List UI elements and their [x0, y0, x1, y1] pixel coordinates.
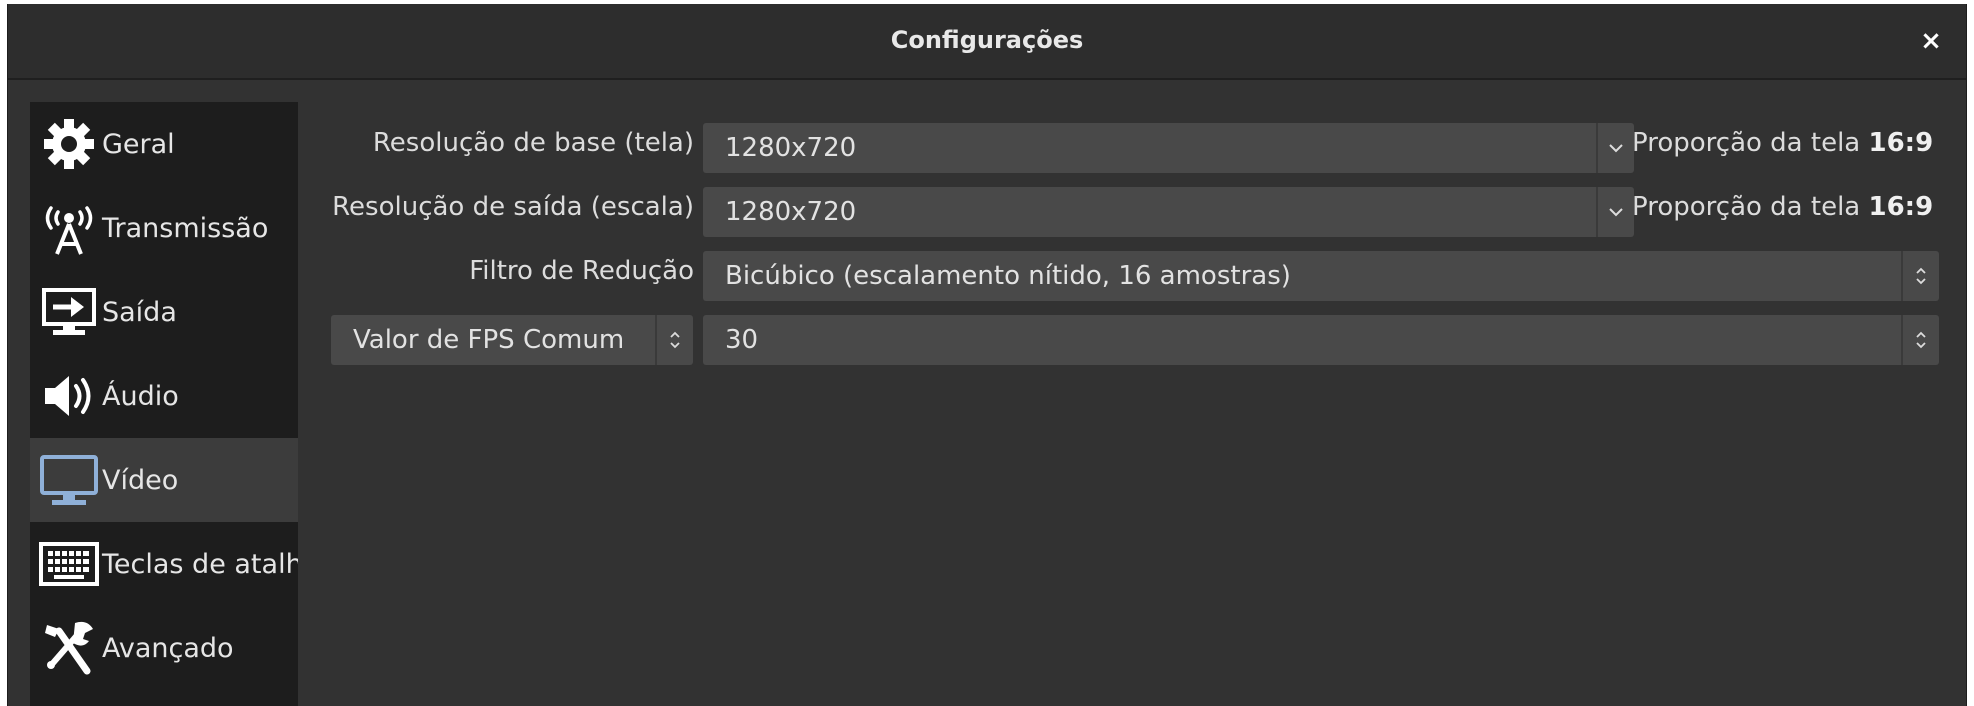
sidebar-item-label: Áudio: [102, 380, 179, 412]
downscale-filter-label: Filtro de Redução: [469, 256, 694, 286]
close-button[interactable]: ×: [1914, 24, 1948, 58]
sidebar-item-label: Teclas de atalh: [102, 548, 298, 580]
chevron-down-icon[interactable]: [1596, 187, 1634, 237]
sidebar-item-label: Saída: [102, 296, 177, 328]
base-aspect-ratio: Proporção da tela 16:9: [1632, 128, 1934, 158]
sidebar-item-label: Transmissão: [102, 212, 269, 244]
antenna-icon: [36, 195, 102, 261]
output-monitor-icon: [36, 279, 102, 345]
updown-arrows-icon[interactable]: [1901, 315, 1939, 365]
fps-value: 30: [725, 325, 759, 355]
output-aspect-ratio: Proporção da tela 16:9: [1632, 192, 1934, 222]
fps-value-combo[interactable]: 30: [703, 315, 1939, 365]
sidebar-item-teclas-de-atalho[interactable]: Teclas de atalh: [30, 522, 298, 606]
sidebar-item-label: Avançado: [102, 632, 234, 664]
monitor-icon: [36, 447, 102, 513]
speaker-icon: [36, 363, 102, 429]
sidebar-item-saida[interactable]: Saída: [30, 270, 298, 354]
keyboard-icon: [36, 531, 102, 597]
output-resolution-value: 1280x720: [725, 197, 857, 227]
sidebar-item-video[interactable]: Vídeo: [30, 438, 298, 522]
output-resolution-combo[interactable]: 1280x720: [703, 187, 1634, 237]
output-resolution-label: Resolução de saída (escala): [332, 192, 694, 222]
downscale-filter-value: Bicúbico (escalamento nítido, 16 amostra…: [725, 261, 1291, 291]
fps-type-combo[interactable]: Valor de FPS Comum: [331, 315, 693, 365]
gear-icon: [36, 111, 102, 177]
sidebar-item-audio[interactable]: Áudio: [30, 354, 298, 438]
updown-arrows-icon[interactable]: [1901, 251, 1939, 301]
settings-sidebar: Geral Transmissão Saída Áudio Vídeo Tecl…: [30, 102, 298, 706]
sidebar-item-transmissao[interactable]: Transmissão: [30, 186, 298, 270]
sidebar-item-label: Vídeo: [102, 464, 179, 496]
sidebar-item-avancado[interactable]: Avançado: [30, 606, 298, 690]
sidebar-item-geral[interactable]: Geral: [30, 102, 298, 186]
base-resolution-combo[interactable]: 1280x720: [703, 123, 1634, 173]
base-resolution-label: Resolução de base (tela): [372, 128, 694, 158]
downscale-filter-combo[interactable]: Bicúbico (escalamento nítido, 16 amostra…: [703, 251, 1939, 301]
tools-icon: [36, 615, 102, 681]
base-aspect-value: 16:9: [1868, 128, 1934, 158]
base-resolution-value: 1280x720: [725, 133, 857, 163]
updown-arrows-icon[interactable]: [655, 315, 693, 365]
chevron-down-icon[interactable]: [1596, 123, 1634, 173]
output-aspect-value: 16:9: [1868, 192, 1934, 222]
fps-type-value: Valor de FPS Comum: [353, 325, 625, 355]
title-bar: Configurações ×: [8, 4, 1966, 80]
settings-window: Configurações × Geral Transmissão Saída …: [7, 4, 1967, 706]
sidebar-item-label: Geral: [102, 128, 175, 160]
window-title: Configurações: [890, 26, 1084, 54]
